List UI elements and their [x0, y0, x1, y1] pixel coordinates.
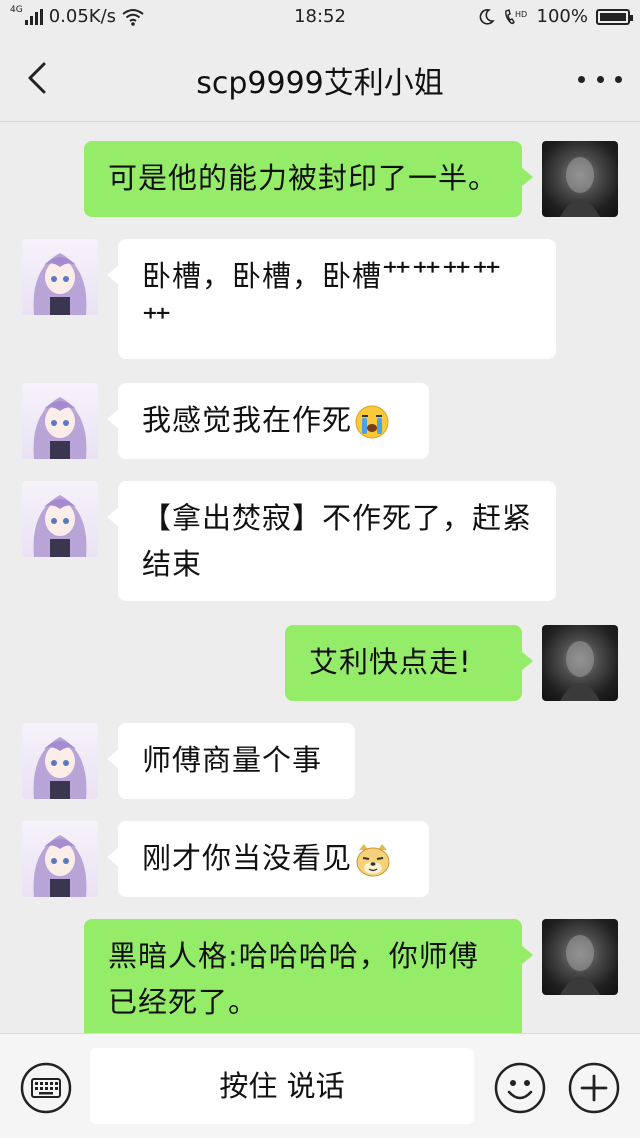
my-avatar[interactable]	[542, 141, 618, 217]
chat-area[interactable]: 可是他的能力被封印了一半。 卧槽，卧槽，卧槽⺿⺿⺿⺿ ⺿ 我感觉我在作死 【拿出…	[0, 123, 640, 1033]
message-text: 我感觉我在作死	[142, 403, 353, 437]
message-text: 师傅商量个事	[142, 743, 323, 777]
battery-icon	[596, 8, 633, 25]
message-bubble-received[interactable]: 师傅商量个事	[107, 723, 355, 799]
message-text-line: 黑暗人格:哈哈哈哈，你师傅	[108, 939, 479, 973]
message-bubble-received[interactable]: 【拿出焚寂】不作死了，赶紧 结束	[107, 481, 556, 601]
contact-avatar[interactable]	[22, 723, 98, 799]
message-text: 艾利快点走!	[309, 645, 472, 679]
moon-icon	[479, 8, 495, 25]
message-text-line: ⺿	[142, 305, 173, 339]
contact-avatar[interactable]	[22, 239, 98, 315]
crying-face-icon	[355, 405, 389, 439]
hold-to-talk-button[interactable]: 按住 说话	[90, 1048, 474, 1124]
battery-percent: 100%	[536, 6, 588, 27]
keyboard-toggle-button[interactable]	[20, 1062, 72, 1114]
message-bubble-received[interactable]: 我感觉我在作死	[107, 383, 429, 459]
hd-label: HD	[515, 10, 527, 19]
emoji-button[interactable]	[494, 1062, 546, 1114]
hd-call-icon: HD	[504, 8, 527, 24]
status-right: HD 100%	[477, 6, 633, 27]
message-text: 可是他的能力被封印了一半。	[108, 161, 499, 195]
message-text: 刚才你当没看见	[142, 841, 353, 875]
doge-face-icon	[356, 844, 390, 877]
more-dot-icon	[596, 75, 604, 83]
message-bubble-received[interactable]: 刚才你当没看见	[107, 821, 429, 897]
more-dot-icon	[578, 75, 585, 83]
message-bubble-sent[interactable]: 艾利快点走!	[285, 625, 533, 701]
more-dot-icon	[615, 75, 622, 83]
contact-avatar[interactable]	[22, 383, 98, 459]
message-text-line: 【拿出焚寂】不作死了，赶紧	[142, 501, 533, 535]
more-button[interactable]	[578, 64, 622, 94]
contact-avatar[interactable]	[22, 821, 98, 897]
chat-title: scp9999艾利小姐	[196, 66, 444, 101]
plus-icon	[568, 1062, 620, 1114]
more-actions-button[interactable]	[568, 1062, 620, 1114]
message-text-line: 已经死了。	[108, 985, 259, 1019]
keyboard-icon	[20, 1062, 72, 1114]
message-text-line: 结束	[142, 547, 203, 581]
message-text-line: 卧槽，卧槽，卧槽⺿⺿⺿⺿	[142, 259, 503, 293]
my-avatar[interactable]	[542, 919, 618, 995]
input-bar: 按住 说话	[0, 1033, 640, 1138]
smiley-icon	[494, 1062, 546, 1114]
message-bubble-received[interactable]: 卧槽，卧槽，卧槽⺿⺿⺿⺿ ⺿	[107, 239, 556, 359]
nav-bar: scp9999艾利小姐	[0, 34, 640, 122]
message-bubble-sent[interactable]: 黑暗人格:哈哈哈哈，你师傅 已经死了。	[84, 919, 533, 1033]
contact-avatar[interactable]	[22, 481, 98, 557]
message-bubble-sent[interactable]: 可是他的能力被封印了一半。	[84, 141, 533, 217]
my-avatar[interactable]	[542, 625, 618, 701]
status-bar: 4G 0.05K/s 18:52 HD 100%	[0, 0, 640, 34]
